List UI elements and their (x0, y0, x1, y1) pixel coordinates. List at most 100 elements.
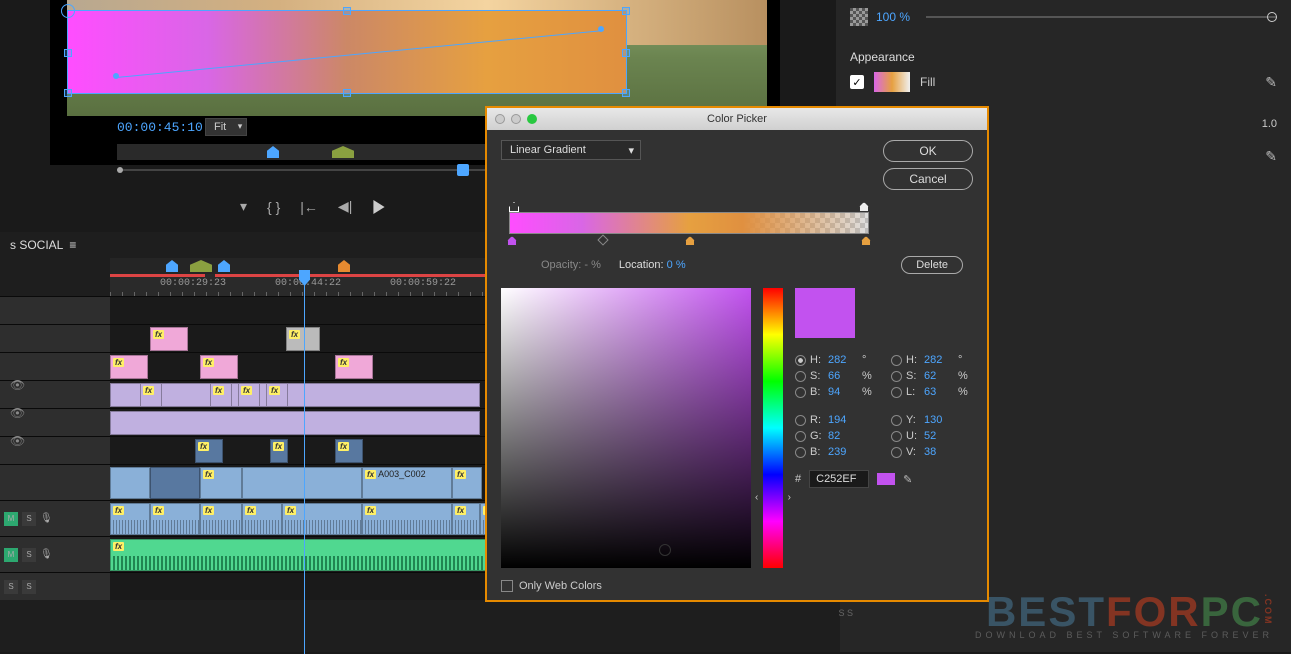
solo-toggle[interactable]: S (22, 548, 36, 562)
radio-b[interactable] (795, 387, 806, 398)
web-colors-checkbox[interactable] (501, 580, 513, 592)
panel-menu-icon[interactable]: ≡ (69, 238, 76, 252)
audio-clip[interactable]: fx (110, 503, 150, 535)
playhead[interactable] (304, 274, 305, 654)
track-header[interactable]: M S 🎙 (0, 501, 110, 536)
clip[interactable] (110, 467, 150, 499)
eyedropper-icon[interactable]: ✎ (1265, 74, 1277, 91)
clip[interactable]: fx (286, 327, 320, 351)
clip-fx[interactable]: fx (140, 383, 162, 407)
clip[interactable]: fx (270, 439, 288, 463)
fill-opacity-value[interactable]: 1.0 (1262, 118, 1277, 130)
audio-clip[interactable]: fx (150, 503, 200, 535)
delete-stop-button[interactable]: Delete (901, 256, 963, 274)
audio-clip[interactable]: fx (282, 503, 362, 535)
edge-handle[interactable] (64, 49, 72, 57)
maximize-icon[interactable] (527, 114, 537, 124)
clip[interactable]: fx A003_C002 (362, 467, 452, 499)
add-marker-icon[interactable]: ▾ (240, 198, 247, 215)
close-icon[interactable] (495, 114, 505, 124)
anchor-handle[interactable] (61, 4, 75, 18)
fill-checkbox[interactable]: ✓ (850, 75, 864, 89)
track-header[interactable] (0, 465, 110, 500)
track-header[interactable]: M S 🎙 (0, 537, 110, 572)
go-to-in-icon[interactable]: |← (300, 199, 318, 215)
clip[interactable] (110, 411, 480, 435)
opacity-stop[interactable] (507, 236, 517, 246)
radio-s2[interactable] (891, 371, 902, 382)
clip[interactable]: fx (195, 439, 223, 463)
clip[interactable] (110, 383, 480, 407)
radio-g[interactable] (795, 431, 806, 442)
gradient-preview[interactable] (509, 212, 869, 234)
hue-arrow-left[interactable]: ‹ (755, 492, 758, 503)
eyedropper-icon[interactable]: ✎ (903, 473, 912, 486)
corner-handle[interactable] (64, 89, 72, 97)
track-header[interactable] (0, 325, 110, 352)
timecode-display[interactable]: 00:00:45:10 (117, 120, 203, 135)
clip[interactable]: fx (335, 355, 373, 379)
marker-green[interactable] (332, 146, 354, 158)
clip[interactable]: fx (200, 467, 242, 499)
radio-h[interactable] (795, 355, 806, 366)
opacity-stop[interactable] (685, 236, 695, 246)
audio-clip[interactable]: fx (362, 503, 452, 535)
cancel-button[interactable]: Cancel (883, 168, 973, 190)
radio-v[interactable] (891, 447, 902, 458)
mic-icon[interactable]: 🎙 (40, 549, 53, 560)
in-point[interactable] (117, 167, 123, 173)
step-back-icon[interactable]: ◀| (338, 198, 352, 215)
clip-fx[interactable]: fx (266, 383, 288, 407)
corner-handle[interactable] (622, 7, 630, 15)
opacity-slider[interactable] (926, 16, 1277, 18)
track-header[interactable] (0, 353, 110, 380)
color-stop[interactable] (859, 202, 869, 212)
opacity-stop[interactable] (861, 236, 871, 246)
clip[interactable]: fx (150, 327, 188, 351)
marker-orange[interactable] (338, 260, 350, 272)
radio-r[interactable] (795, 415, 806, 426)
track-header[interactable]: S S (0, 573, 110, 600)
track-header[interactable] (0, 297, 110, 324)
clip-fx[interactable]: fx (238, 383, 260, 407)
saturation-brightness-field[interactable] (501, 288, 751, 568)
audio-clip[interactable]: fx (242, 503, 282, 535)
fill-swatch[interactable] (874, 72, 910, 92)
mute-toggle[interactable]: M (4, 512, 18, 526)
hue-slider[interactable]: ‹ › (763, 288, 783, 568)
hex-input[interactable] (809, 470, 869, 488)
hue-arrow-right[interactable]: › (788, 492, 791, 503)
radio-b2[interactable] (795, 447, 806, 458)
clip-fx[interactable]: fx (210, 383, 232, 407)
playhead-handle[interactable] (457, 164, 469, 176)
in-out-icon[interactable]: { } (267, 199, 280, 215)
radio-y[interactable] (891, 415, 902, 426)
gradient-editor[interactable] (509, 202, 869, 248)
clip[interactable] (150, 467, 200, 499)
opacity-value[interactable]: 100 % (876, 10, 910, 24)
audio-clip[interactable]: fx (200, 503, 242, 535)
clip[interactable]: fx (110, 355, 148, 379)
gradient-type-dropdown[interactable]: Linear Gradient (501, 140, 641, 160)
clip[interactable]: fx (200, 355, 238, 379)
location-val[interactable]: 0 % (667, 259, 686, 271)
solo-toggle[interactable]: S (22, 512, 36, 526)
solo-toggle[interactable]: S (22, 580, 36, 594)
gradient-title-box[interactable] (67, 10, 627, 94)
radio-l[interactable] (891, 387, 902, 398)
corner-handle[interactable] (622, 89, 630, 97)
eyedropper-icon[interactable]: ✎ (1265, 148, 1277, 165)
radio-u[interactable] (891, 431, 902, 442)
edge-handle[interactable] (343, 7, 351, 15)
mute-toggle[interactable]: M (4, 548, 18, 562)
color-stop[interactable] (509, 202, 519, 212)
clip[interactable]: fx (452, 467, 482, 499)
color-cursor[interactable] (659, 544, 671, 556)
clip[interactable] (242, 467, 362, 499)
edge-handle[interactable] (343, 89, 351, 97)
eye-icon[interactable]: 👁 (10, 434, 25, 448)
zoom-dropdown[interactable]: Fit (205, 118, 247, 136)
midpoint[interactable] (597, 234, 608, 245)
marker-green[interactable] (190, 260, 212, 272)
opacity-stop-row[interactable] (509, 236, 869, 248)
